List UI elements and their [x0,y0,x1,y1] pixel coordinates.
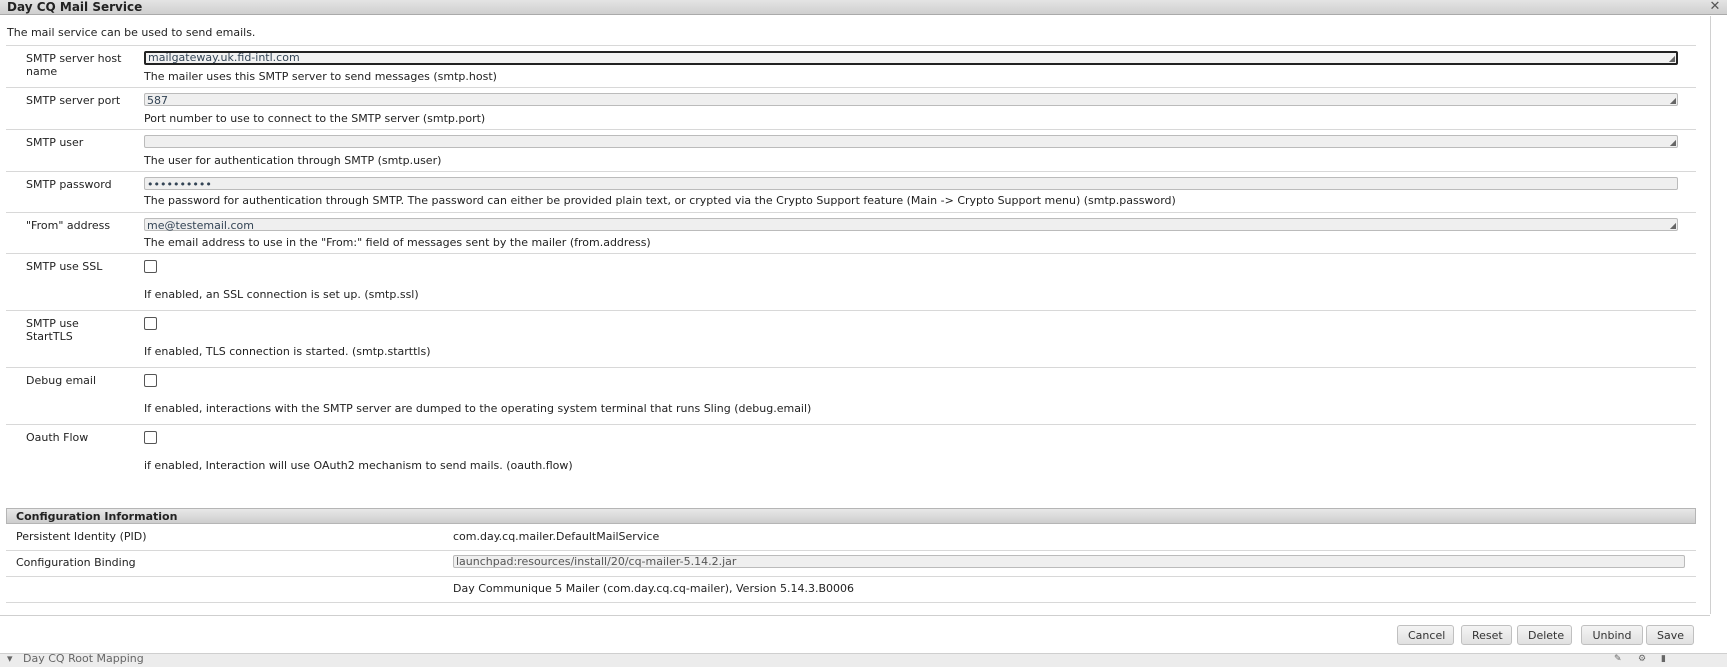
pencil-icon[interactable]: ✎ [1614,655,1624,664]
pid-label: Persistent Identity (PID) [16,530,147,543]
dialog-titlebar: Day CQ Mail Service ✕ [0,0,1727,15]
trash-icon[interactable]: ▮ [1661,655,1671,664]
config-row-pid: Persistent Identity (PID) com.day.cq.mai… [6,525,1696,551]
property-label: SMTP password [26,178,112,191]
property-row-smtp-ssl: SMTP use SSL If enabled, an SSL connecti… [6,253,1696,310]
property-row-smtp-host: SMTP server host name mailgateway.uk.fid… [6,45,1696,87]
property-label: Debug email [26,374,97,387]
delete-button[interactable]: Delete [1517,625,1572,645]
binding-value: launchpad:resources/install/20/cq-mailer… [456,555,737,568]
property-row-from-address: "From" address me@testemail.com ◢ The em… [6,212,1696,253]
property-help: The password for authentication through … [144,194,1176,207]
property-help: if enabled, Interaction will use OAuth2 … [144,459,573,472]
background-list-row: ▾ Day CQ Root Mapping ✎ ⚙ ▮ [0,653,1727,667]
dialog-description: The mail service can be used to send ema… [7,26,256,39]
bundle-value: Day Communique 5 Mailer (com.day.cq.cq-m… [453,582,854,595]
close-icon[interactable]: ✕ [1708,0,1722,14]
smtp-host-input[interactable]: mailgateway.uk.fid-intl.com ◢ [144,51,1678,65]
reset-button[interactable]: Reset [1461,625,1512,645]
resize-grip-icon[interactable]: ◢ [1669,55,1675,63]
from-address-input[interactable]: me@testemail.com ◢ [144,218,1678,232]
property-help: The mailer uses this SMTP server to send… [144,70,497,83]
binding-label: Configuration Binding [16,556,136,569]
smtp-password-input[interactable]: •••••••••• [144,177,1678,191]
resize-grip-icon[interactable]: ◢ [1670,139,1676,147]
property-label: SMTP use SSL [26,260,103,273]
property-help: Port number to use to connect to the SMT… [144,112,486,125]
smtp-user-input[interactable]: ◢ [144,135,1678,148]
footer-divider [0,615,1710,616]
unbind-button[interactable]: Unbind [1581,625,1643,645]
config-info-title: Configuration Information [16,510,178,523]
config-row-binding: Configuration Binding launchpad:resource… [6,551,1696,577]
property-label: SMTP server host name [26,52,122,78]
field-value: mailgateway.uk.fid-intl.com [148,51,300,64]
binding-value-field[interactable]: launchpad:resources/install/20/cq-mailer… [453,555,1685,568]
pid-value: com.day.cq.mailer.DefaultMailService [453,530,660,543]
config-row-bundle: Day Communique 5 Mailer (com.day.cq.cq-m… [6,577,1696,603]
property-help: If enabled, TLS connection is started. (… [144,345,431,358]
resize-grip-icon[interactable]: ◢ [1670,222,1676,230]
property-row-smtp-starttls: SMTP use StartTLS If enabled, TLS connec… [6,310,1696,367]
smtp-ssl-checkbox[interactable] [144,260,157,273]
property-row-smtp-port: SMTP server port 587 ◢ Port number to us… [6,87,1696,129]
cancel-button[interactable]: Cancel [1397,625,1454,645]
config-info-header: Configuration Information [6,508,1696,524]
save-button[interactable]: Save [1646,625,1694,645]
dialog-title: Day CQ Mail Service [7,0,143,14]
property-help: The email address to use in the "From:" … [144,236,651,249]
resize-grip-icon[interactable]: ◢ [1670,97,1676,105]
property-help: The user for authentication through SMTP… [144,154,442,167]
vertical-divider [1710,16,1711,614]
property-label: "From" address [26,219,111,232]
property-row-smtp-user: SMTP user ◢ The user for authentication … [6,129,1696,171]
debug-email-checkbox[interactable] [144,374,157,387]
field-value: 587 [147,94,168,107]
property-label: Oauth Flow [26,431,89,444]
property-label: SMTP server port [26,94,121,107]
field-value: •••••••••• [147,178,212,191]
background-row-text: Day CQ Root Mapping [23,652,144,665]
triangle-down-icon[interactable]: ▾ [7,652,13,665]
property-row-oauth-flow: Oauth Flow if enabled, Interaction will … [6,424,1696,507]
property-help: If enabled, an SSL connection is set up.… [144,288,419,301]
oauth-flow-checkbox[interactable] [144,431,157,444]
smtp-port-input[interactable]: 587 ◢ [144,93,1678,107]
property-row-debug-email: Debug email If enabled, interactions wit… [6,367,1696,424]
property-help: If enabled, interactions with the SMTP s… [144,402,812,415]
background-row-label: ▾ Day CQ Root Mapping [7,652,144,665]
property-row-smtp-password: SMTP password •••••••••• The password fo… [6,171,1696,212]
gear-icon[interactable]: ⚙ [1638,655,1648,664]
smtp-starttls-checkbox[interactable] [144,317,157,330]
field-value: me@testemail.com [147,219,254,232]
property-label: SMTP user [26,136,84,149]
property-label: SMTP use StartTLS [26,317,79,343]
